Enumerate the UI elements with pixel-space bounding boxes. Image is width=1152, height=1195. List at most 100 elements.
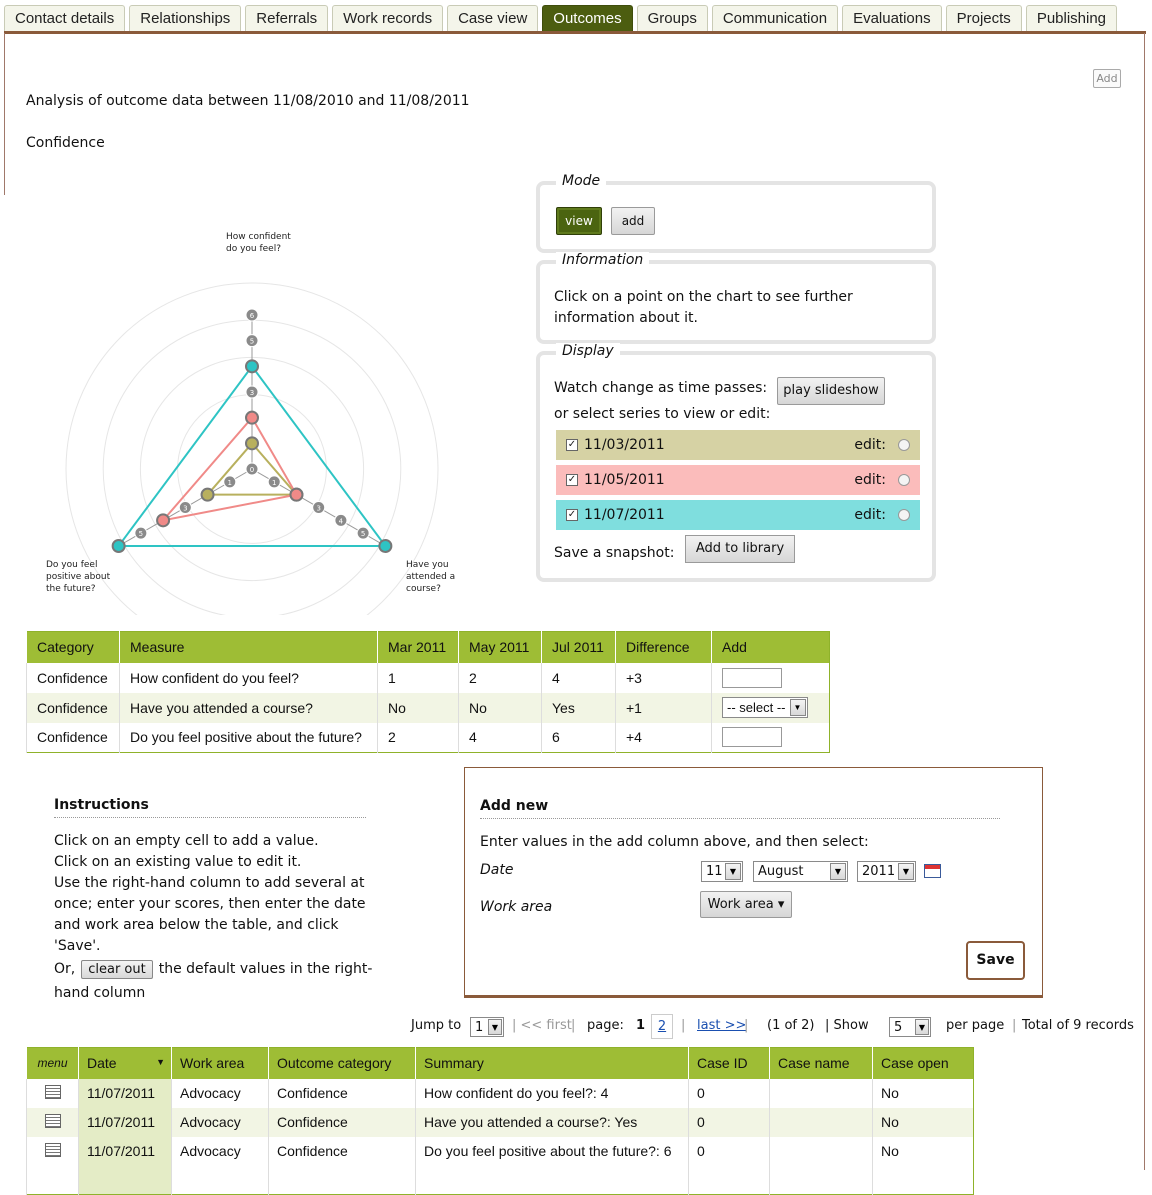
row-menu-cell [26,1136,79,1166]
jump-to-select[interactable]: 1 ▼ [470,1017,504,1037]
save-button[interactable]: Save [966,941,1025,980]
table-row[interactable]: 11/07/2011 Advocacy Confidence Have you … [26,1107,974,1137]
row-menu-icon[interactable] [44,1084,61,1099]
axis-tick-label: 3 [316,505,320,513]
radar-series-1-point[interactable] [200,487,215,502]
tab-relationships[interactable]: Relationships [129,5,242,31]
total-records: Total of 9 records [1022,1018,1134,1033]
view-mode-button[interactable]: view [556,207,602,235]
radar-series-3-point[interactable] [245,359,259,374]
add-value-select[interactable]: -- select -- ▼ [722,697,808,718]
cell-value[interactable]: No [458,692,542,723]
col-jul-2011: Jul 2011 [541,631,616,663]
series-1-edit-radio[interactable] [898,439,910,451]
tab-projects[interactable]: Projects [945,5,1022,31]
cell-add [711,662,830,693]
clear-out-button[interactable]: clear out [81,960,153,979]
month-select[interactable]: August ▼ [753,861,848,882]
tab-case-view[interactable]: Case view [447,5,539,31]
col-case-open[interactable]: Case open [872,1047,974,1079]
cell-value[interactable]: 2 [458,662,542,693]
cell-date: 11/07/2011 [78,1136,172,1166]
tab-underline [4,31,1146,34]
cell-value[interactable]: 4 [458,722,542,753]
tab-work-records[interactable]: Work records [332,5,444,31]
cell-summary: Do you feel positive about the future?: … [415,1136,689,1166]
tab-evaluations[interactable]: Evaluations [842,5,942,31]
series-1-date: 11/03/2011 [584,437,665,453]
tab-communication[interactable]: Communication [711,5,839,31]
series-2-edit-radio[interactable] [898,474,910,486]
play-slideshow-button[interactable]: play slideshow [777,377,885,405]
axis-label-line: the future? [46,584,96,594]
table-row[interactable]: 11/07/2011 Advocacy Confidence How confi… [26,1078,974,1108]
pager-separator: | [681,1018,686,1033]
add-new-intro: Enter values in the add column above, an… [480,834,869,850]
cell-value[interactable]: 6 [541,722,616,753]
col-work-area[interactable]: Work area [171,1047,269,1079]
tab-groups[interactable]: Groups [636,5,708,31]
axis-label-line: attended a [406,572,455,582]
table-row[interactable]: 11/07/2011 Advocacy Confidence Do you fe… [26,1136,974,1166]
cell-date: 11/07/2011 [78,1107,172,1137]
section-title: Confidence [26,135,105,151]
add-outcome-button[interactable]: Add [1093,69,1121,88]
col-case-name[interactable]: Case name [769,1047,873,1079]
col-measure: Measure [119,631,378,663]
cell-value[interactable]: Yes [541,692,616,723]
radar-series-3-point[interactable] [378,539,393,553]
series-3-checkbox[interactable]: ✓ [566,509,578,521]
instructions-clear-line: Or, clear out the default values in the ri… [54,960,372,979]
frame-right-border [1144,33,1145,1170]
day-select-text: 11 [706,864,723,879]
chevron-down-icon: ▼ [915,1019,929,1035]
tab-publishing[interactable]: Publishing [1025,5,1118,31]
series-row-3: ✓ 11/07/2011 edit: [556,500,920,530]
series-2-checkbox[interactable]: ✓ [566,474,578,486]
series-3-edit-radio[interactable] [898,509,910,521]
cell-outcome-category: Confidence [268,1136,416,1166]
col-outcome-category[interactable]: Outcome category [268,1047,416,1079]
radar-chart[interactable]: 012345601234560123456 How confidentdo yo… [30,215,480,615]
chevron-down-icon: ▼ [830,863,846,880]
add-to-library-button[interactable]: Add to library [685,535,795,563]
year-select[interactable]: 2011 ▼ [857,861,916,882]
radar-series-3-point[interactable] [111,539,126,553]
information-line-1: Click on a point on the chart to see fur… [554,289,853,305]
tab-contact-details[interactable]: Contact details [4,5,126,31]
page-size-select[interactable]: 5 ▼ [889,1017,931,1037]
pager-separator: | [571,1018,576,1033]
radar-series-2-point[interactable] [289,487,304,502]
col-add: Add [711,631,830,663]
col-case-id[interactable]: Case ID [688,1047,770,1079]
col-difference: Difference [615,631,712,663]
tab-outcomes[interactable]: Outcomes [542,5,633,31]
last-page-link[interactable]: last >> [697,1018,746,1033]
page-2-link[interactable]: 2 [651,1014,673,1039]
calendar-icon[interactable] [924,864,941,878]
row-menu-icon[interactable] [44,1142,61,1157]
cell-work-area: Advocacy [171,1136,269,1166]
work-area-dropdown[interactable]: Work area ▾ [700,891,792,918]
col-date[interactable]: Date ▼ [78,1047,172,1079]
col-date-label: Date [87,1055,117,1072]
information-line-2: information about it. [554,310,698,326]
tab-referrals[interactable]: Referrals [245,5,329,31]
cell-value[interactable]: No [377,692,459,723]
radar-series-1-point[interactable] [245,436,259,451]
cell-value[interactable]: 4 [541,662,616,693]
day-select[interactable]: 11 ▼ [701,861,743,882]
add-mode-button[interactable]: add [611,207,655,235]
table-row: Confidence Have you attended a course? N… [26,692,830,723]
add-value-input[interactable] [722,667,782,688]
instructions-line-2: Click on an existing value to edit it. [54,854,302,870]
cell-value[interactable]: 1 [377,662,459,693]
series-1-checkbox[interactable]: ✓ [566,439,578,451]
axis-label-2: Have you attended a course? [406,560,455,594]
cell-value[interactable]: 2 [377,722,459,753]
radar-series-2-point[interactable] [156,513,171,528]
add-value-input[interactable] [722,727,782,748]
radar-series-2-point[interactable] [245,410,259,425]
col-summary[interactable]: Summary [415,1047,689,1079]
row-menu-icon[interactable] [44,1113,61,1128]
